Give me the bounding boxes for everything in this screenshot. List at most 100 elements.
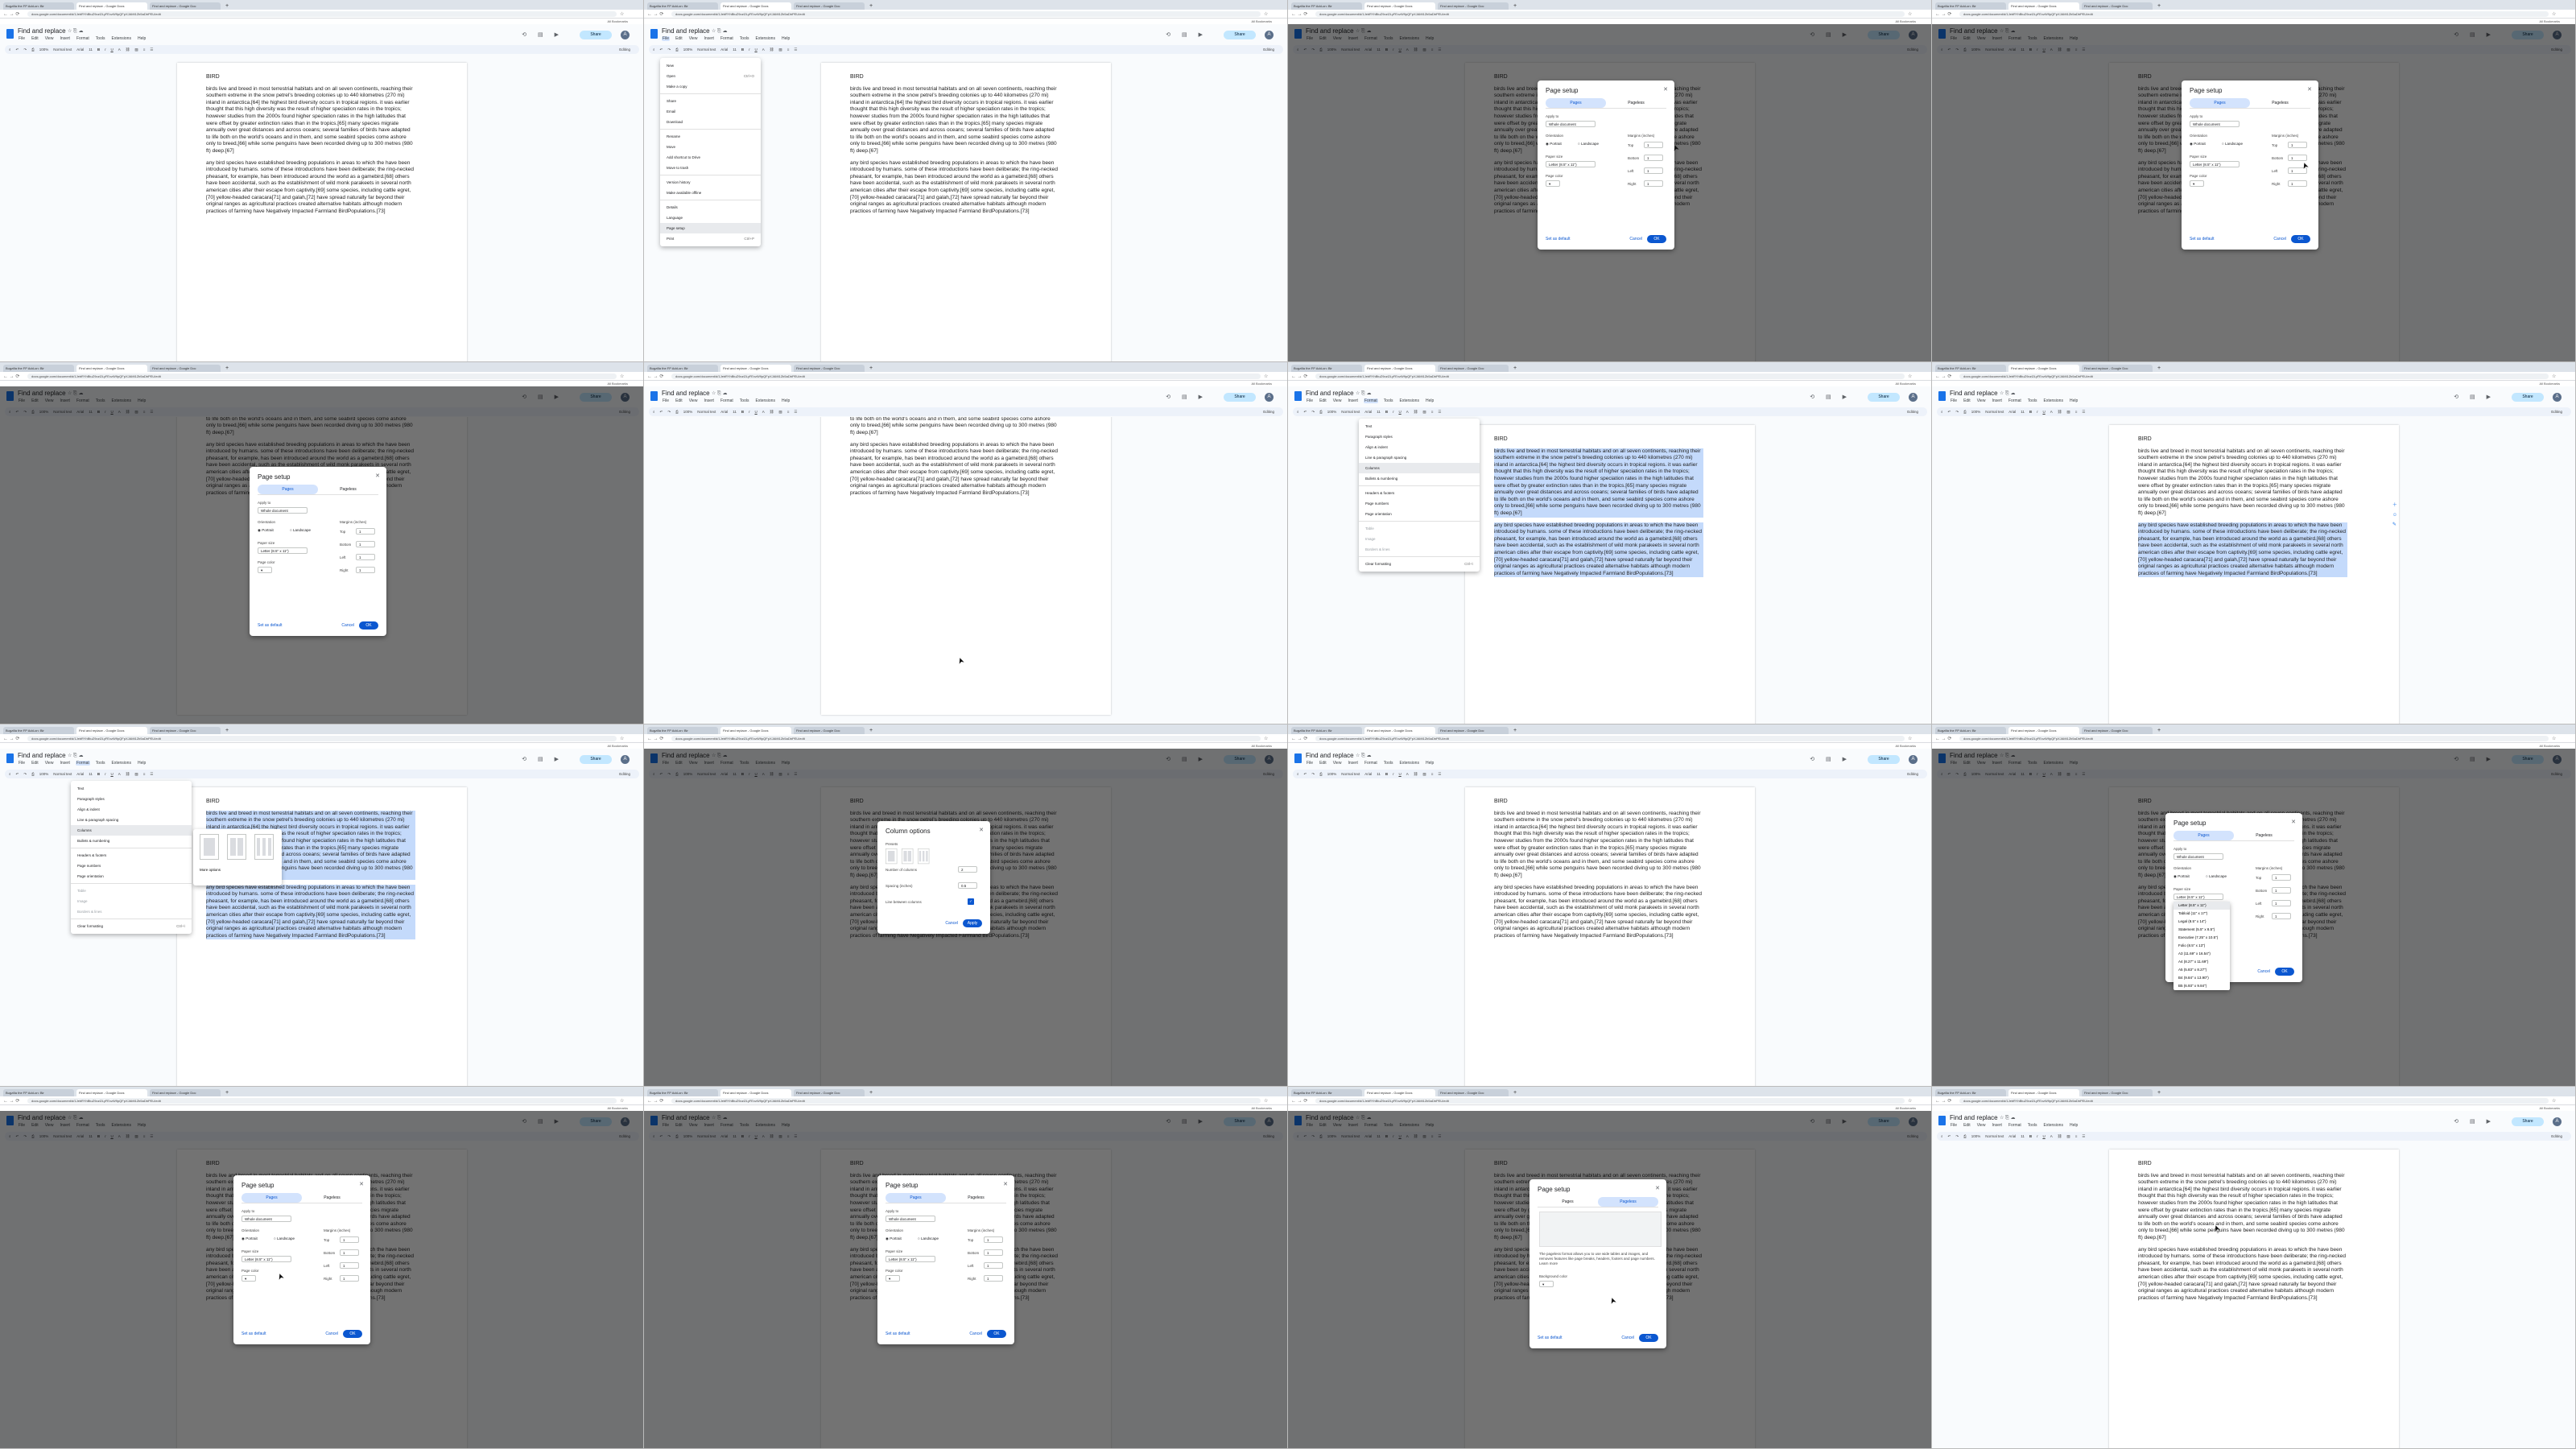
menu-item-open[interactable]: Open Ctrl+O [660,71,761,81]
menu-item-rename[interactable]: Rename [660,131,761,142]
document-heading[interactable]: BIRD [2138,436,2347,444]
document-body[interactable]: BIRD birds live and breed in most terres… [850,417,1059,502]
landscape-radio[interactable]: ○ Landscape [2206,874,2227,878]
address-bar[interactable]: docs.google.com/document/d/1JebRYhBtuZ9o… [1959,1097,2549,1104]
docs-logo-icon[interactable] [6,29,14,39]
header-icons[interactable]: ⟲ ▤ ▶ [1166,394,1208,400]
menu-item-line-spacing[interactable]: Line & paragraph spacing [1359,452,1480,463]
menu-extensions[interactable]: Extensions [110,761,131,766]
redo-icon[interactable]: ↷ [667,47,671,52]
redo-icon[interactable]: ↷ [667,410,671,415]
ok-button[interactable]: OK [2291,235,2310,243]
menu-item-clear-formatting[interactable]: Clear formatting Ctrl+\ [1359,559,1480,569]
star-icon[interactable]: ☆ [617,374,643,379]
menu-tools[interactable]: Tools [2027,1123,2038,1128]
bookmarks-bar[interactable]: All Bookmarks [1932,381,2575,386]
paper-size-option[interactable]: Letter (8.5" x 11") [2174,902,2230,910]
menu-insert[interactable]: Insert [1347,761,1359,766]
editing-mode[interactable]: Editing [1263,47,1274,52]
address-bar[interactable]: docs.google.com/document/d/1JebRYhBtuZ9o… [27,10,617,17]
style-select[interactable]: Normal text [1985,410,2004,414]
text-color-icon[interactable]: A [118,47,121,52]
nav-buttons[interactable]: ← → ⟳ [0,736,27,741]
share-button[interactable]: Share [580,31,612,39]
bookmarks-bar[interactable]: All Bookmarks [1932,19,2575,24]
new-tab-button[interactable]: + [2155,365,2163,372]
set-as-default-button[interactable]: Set as default [1538,1335,1563,1340]
paper-size-option[interactable]: Legal (8.5" x 14") [2174,918,2230,926]
menu-view[interactable]: View [688,398,699,403]
browser-tab[interactable]: Bugzilla the FP Add-on: Bir [1935,727,2006,734]
paper-size-option[interactable]: B5 (6.93" x 9.84") [2174,982,2230,990]
menu-edit[interactable]: Edit [1963,398,1971,403]
apply-to-select[interactable]: Whole document [2190,121,2240,127]
new-tab-button[interactable]: + [223,727,231,734]
browser-tab[interactable]: Bugzilla the FP Add-on: Bir [3,2,74,10]
menu-item-headers-footers[interactable]: Headers & footers [71,850,192,861]
avatar[interactable]: A [621,755,630,764]
nav-buttons[interactable]: ← → ⟳ [0,1098,27,1104]
list-icon[interactable]: ☰ [2082,410,2085,415]
menu-tools[interactable]: Tools [1383,761,1394,766]
document-title[interactable]: Find and replace [18,752,66,759]
paper-size-option[interactable]: A3 (11.69" x 16.54") [2174,950,2230,958]
font-select[interactable]: Arial [2008,410,2016,414]
star-icon[interactable]: ☆ [1261,736,1287,741]
nav-buttons[interactable]: ← → ⟳ [1932,374,1959,379]
title-icons[interactable]: ☆ ⎘ ☁ [2000,1115,2016,1121]
paper-size-select[interactable]: Letter (8.5" x 11") [242,1256,291,1262]
margin-bottom-input[interactable]: 1 [984,1249,1003,1256]
link-icon[interactable]: ⛓ [126,772,130,777]
bold-icon[interactable]: B [1385,410,1388,414]
address-bar[interactable]: docs.google.com/document/d/1JebRYhBtuZ9o… [1315,735,1905,741]
apply-to-select[interactable]: Whole document [1546,121,1596,127]
cancel-button[interactable]: Cancel [1629,237,1642,242]
menu-extensions[interactable]: Extensions [2042,1123,2063,1128]
title-icons[interactable]: ☆ ⎘ ☁ [2000,390,2016,397]
menu-file[interactable]: File [18,36,26,41]
new-tab-button[interactable]: + [867,727,875,734]
search-icon[interactable]: ⌕ [9,772,11,776]
avatar[interactable]: A [1265,393,1274,402]
title-icons[interactable]: ☆ ⎘ ☁ [68,28,84,35]
align-icon[interactable]: ≡ [143,772,146,776]
print-icon[interactable]: ⎙ [1963,410,1967,414]
star-icon[interactable]: ☆ [617,1098,643,1104]
set-as-default-button[interactable]: Set as default [258,623,283,628]
align-icon[interactable]: ≡ [2075,410,2078,414]
menu-format[interactable]: Format [720,36,734,41]
editing-mode[interactable]: Editing [2551,410,2562,414]
tab-pages[interactable]: Pages [1546,98,1606,108]
star-icon[interactable]: ☆ [1905,11,1931,17]
portrait-radio[interactable]: ◉ Portrait [258,528,274,533]
three-column-preset[interactable] [254,834,274,860]
text-color-icon[interactable]: A [118,772,121,776]
title-icons[interactable]: ☆ ⎘ ☁ [68,753,84,759]
browser-tab[interactable]: Find and replace - Google Doc [794,365,865,372]
font-select[interactable]: Arial [76,772,84,776]
apply-to-select[interactable]: Whole document [258,507,308,514]
menu-insert[interactable]: Insert [59,36,71,41]
margin-top-input[interactable]: 1 [356,528,375,535]
apply-to-select[interactable]: Whole document [242,1216,291,1222]
header-icons[interactable]: ⟲ ▤ ▶ [2454,394,2496,400]
page-color-swatch[interactable]: ▾ [886,1275,900,1282]
style-select[interactable]: Normal text [53,772,72,776]
bold-icon[interactable]: B [1385,772,1388,776]
menu-view[interactable]: View [1976,1123,1987,1128]
menu-edit[interactable]: Edit [31,761,39,766]
star-icon[interactable]: ☆ [2549,11,2575,17]
new-tab-button[interactable]: + [2155,2,2163,10]
link-icon[interactable]: ⛓ [2058,410,2062,415]
header-icons[interactable]: ⟲ ▤ ▶ [1810,756,1852,762]
browser-tab-active[interactable]: Find and replace - Google Docs [1364,727,1435,734]
browser-tab[interactable]: Find and replace - Google Doc [150,727,221,734]
align-icon[interactable]: ≡ [2075,1134,2078,1138]
star-icon[interactable]: ☆ [617,11,643,17]
avatar[interactable]: A [1909,755,1918,764]
menu-item-email[interactable]: Email [660,106,761,117]
paper-size-option[interactable]: Tabloid (11" x 17") [2174,910,2230,918]
portrait-radio[interactable]: ◉ Portrait [1546,142,1562,147]
side-action-icons[interactable]: ＋ ☺ ✎ [2392,501,2397,530]
browser-tab-active[interactable]: Find and replace - Google Docs [720,2,791,10]
